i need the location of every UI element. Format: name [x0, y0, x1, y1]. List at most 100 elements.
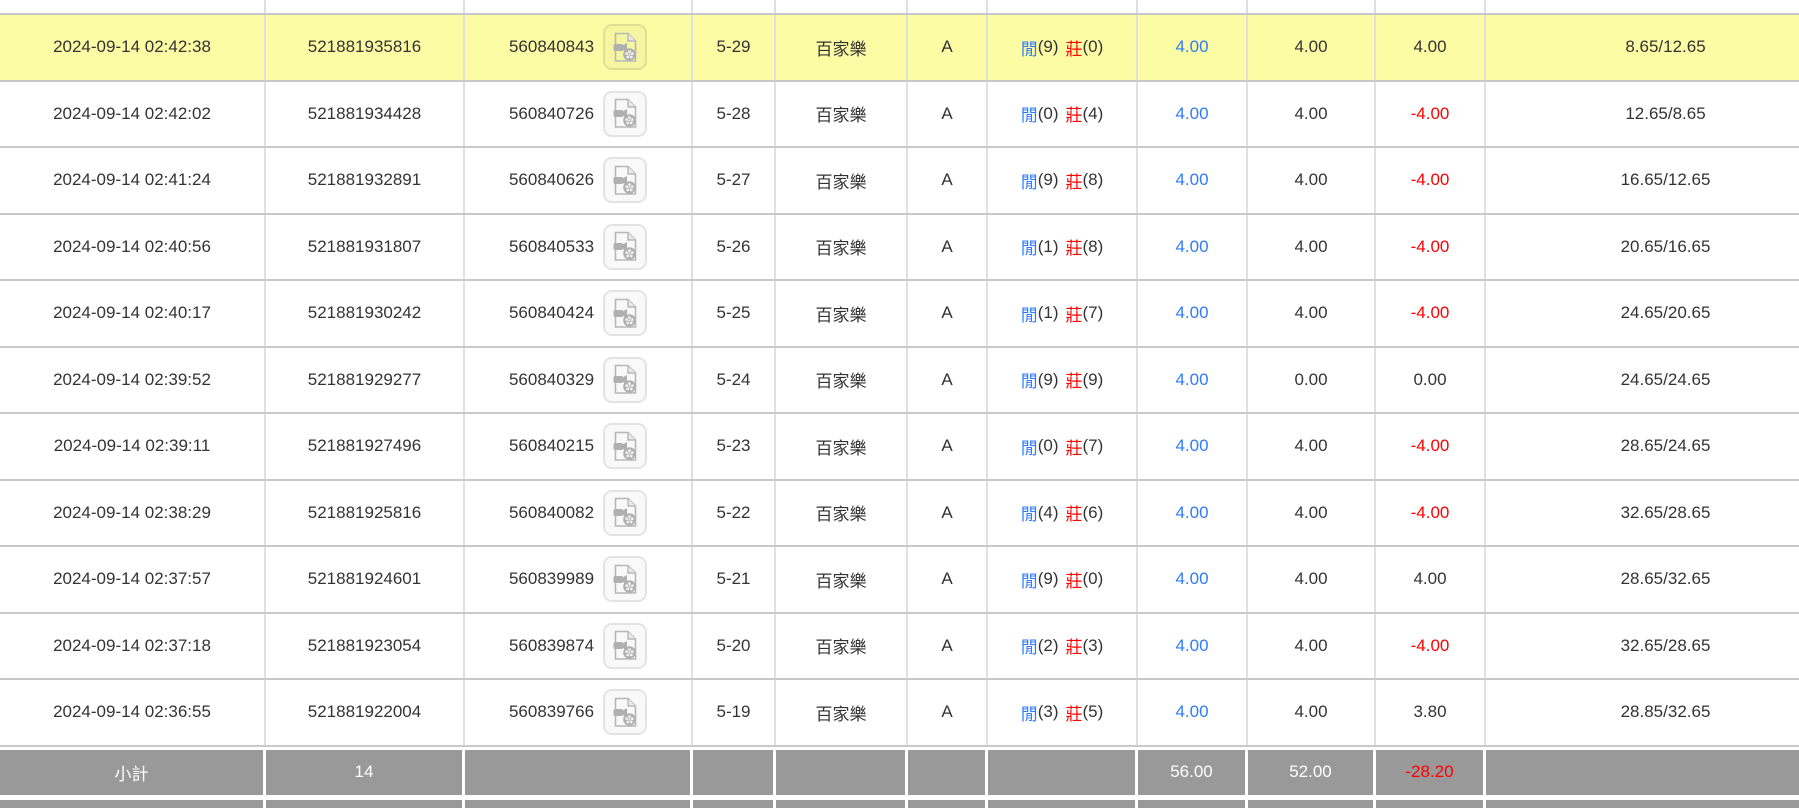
valid-bet-amount: 4.00 [1248, 614, 1376, 679]
player-points: (0) [1038, 104, 1059, 124]
video-replay-button[interactable] [603, 290, 647, 336]
round-number: 5-23 [693, 414, 776, 479]
table-row[interactable]: 2024-09-14 02:38:29 521881925816 5608400… [0, 481, 1799, 548]
result-cell: 閒(4)莊(6) [988, 481, 1138, 546]
table-row[interactable]: 2024-09-14 02:39:52 521881929277 5608403… [0, 348, 1799, 415]
player-points: (2) [1038, 636, 1059, 656]
win-loss-amount: 4.00 [1376, 15, 1486, 80]
round-id-cell: 560840424 [465, 281, 693, 346]
valid-bet-amount: 4.00 [1248, 82, 1376, 147]
round-id-cell: 560840843 [465, 15, 693, 80]
table-code: A [908, 614, 988, 679]
video-replay-button[interactable] [603, 689, 647, 735]
game-type: 百家樂 [776, 481, 908, 546]
table-code: A [908, 215, 988, 280]
table-row[interactable]: 2024-09-14 02:40:17 521881930242 5608404… [0, 281, 1799, 348]
result-cell: 閒(3)莊(5) [988, 680, 1138, 745]
banker-label: 莊 [1066, 434, 1083, 459]
video-replay-icon [612, 32, 639, 63]
video-replay-button[interactable] [603, 91, 647, 137]
win-loss-amount: -4.00 [1376, 281, 1486, 346]
table-row[interactable]: 2024-09-14 02:36:55 521881922004 5608397… [0, 680, 1799, 747]
table-row[interactable]: 2024-09-14 02:37:57 521881924601 5608399… [0, 547, 1799, 614]
video-replay-icon [612, 98, 639, 129]
player-points: (9) [1038, 37, 1059, 57]
bet-amount: 4.00 [1138, 15, 1248, 80]
player-label: 閒 [1021, 168, 1038, 193]
bet-amount: 4.00 [1138, 148, 1248, 213]
table-row[interactable]: 2024-09-14 02:39:11 521881927496 5608402… [0, 414, 1799, 481]
win-loss-amount: -4.00 [1376, 414, 1486, 479]
table-code: A [908, 15, 988, 80]
round-number: 5-28 [693, 82, 776, 147]
valid-bet-amount: 4.00 [1248, 680, 1376, 745]
player-points: (4) [1038, 503, 1059, 523]
subtotal-label: 小計 [0, 750, 266, 795]
banker-label: 莊 [1066, 367, 1083, 392]
valid-bet-amount: 4.00 [1248, 215, 1376, 280]
banker-points: (3) [1083, 636, 1104, 656]
bet-time: 2024-09-14 02:41:24 [0, 148, 266, 213]
table-row[interactable]: 2024-09-14 02:37:18 521881923054 5608398… [0, 614, 1799, 681]
round-id-cell: 560840082 [465, 481, 693, 546]
round-number: 5-27 [693, 148, 776, 213]
video-replay-button[interactable] [603, 423, 647, 469]
player-label: 閒 [1021, 35, 1038, 60]
valid-bet-amount: 0.00 [1248, 348, 1376, 413]
bet-id: 521881929277 [266, 348, 465, 413]
video-replay-icon [612, 630, 639, 661]
round-id: 560839874 [509, 636, 594, 656]
win-loss-amount: 3.80 [1376, 680, 1486, 745]
game-type: 百家樂 [776, 547, 908, 612]
video-replay-button[interactable] [603, 556, 647, 602]
video-replay-icon [612, 165, 639, 196]
table-code: A [908, 148, 988, 213]
result-cell: 閒(9)莊(0) [988, 547, 1138, 612]
player-points: (1) [1038, 237, 1059, 257]
bet-amount: 4.00 [1138, 215, 1248, 280]
table-row[interactable]: 2024-09-14 02:42:02 521881934428 5608407… [0, 82, 1799, 149]
banker-points: (8) [1083, 237, 1104, 257]
video-replay-button[interactable] [603, 24, 647, 70]
win-loss-amount: -4.00 [1376, 148, 1486, 213]
video-replay-button[interactable] [603, 157, 647, 203]
round-number: 5-21 [693, 547, 776, 612]
balance: 20.65/16.65 [1486, 215, 1799, 280]
banker-label: 莊 [1066, 35, 1083, 60]
bet-id: 521881927496 [266, 414, 465, 479]
table-code: A [908, 481, 988, 546]
round-id-cell: 560839874 [465, 614, 693, 679]
table-row[interactable]: 2024-09-14 02:41:24 521881932891 5608406… [0, 148, 1799, 215]
game-type: 百家樂 [776, 414, 908, 479]
bet-id: 521881930242 [266, 281, 465, 346]
game-type: 百家樂 [776, 215, 908, 280]
video-replay-button[interactable] [603, 490, 647, 536]
video-replay-icon [612, 697, 639, 728]
player-label: 閒 [1021, 700, 1038, 725]
banker-points: (8) [1083, 170, 1104, 190]
bet-id: 521881932891 [266, 148, 465, 213]
player-label: 閒 [1021, 633, 1038, 658]
result-cell: 閒(2)莊(3) [988, 614, 1138, 679]
round-number: 5-29 [693, 15, 776, 80]
player-label: 閒 [1021, 367, 1038, 392]
round-id-cell: 560840626 [465, 148, 693, 213]
table-row[interactable]: 2024-09-14 02:40:56 521881931807 5608405… [0, 215, 1799, 282]
table-row[interactable]: 2024-09-14 02:42:38 521881935816 5608408… [0, 15, 1799, 82]
balance: 8.65/12.65 [1486, 15, 1799, 80]
video-replay-button[interactable] [603, 224, 647, 270]
result-cell: 閒(1)莊(7) [988, 281, 1138, 346]
video-replay-button[interactable] [603, 357, 647, 403]
video-replay-button[interactable] [603, 623, 647, 669]
round-number: 5-24 [693, 348, 776, 413]
bet-amount: 4.00 [1138, 348, 1248, 413]
banker-points: (7) [1083, 303, 1104, 323]
bet-time: 2024-09-14 02:36:55 [0, 680, 266, 745]
win-loss-amount: -4.00 [1376, 481, 1486, 546]
game-type: 百家樂 [776, 15, 908, 80]
bet-time: 2024-09-14 02:40:17 [0, 281, 266, 346]
round-number: 5-22 [693, 481, 776, 546]
round-id: 560840626 [509, 170, 594, 190]
bet-amount: 4.00 [1138, 481, 1248, 546]
balance: 28.85/32.65 [1486, 680, 1799, 745]
